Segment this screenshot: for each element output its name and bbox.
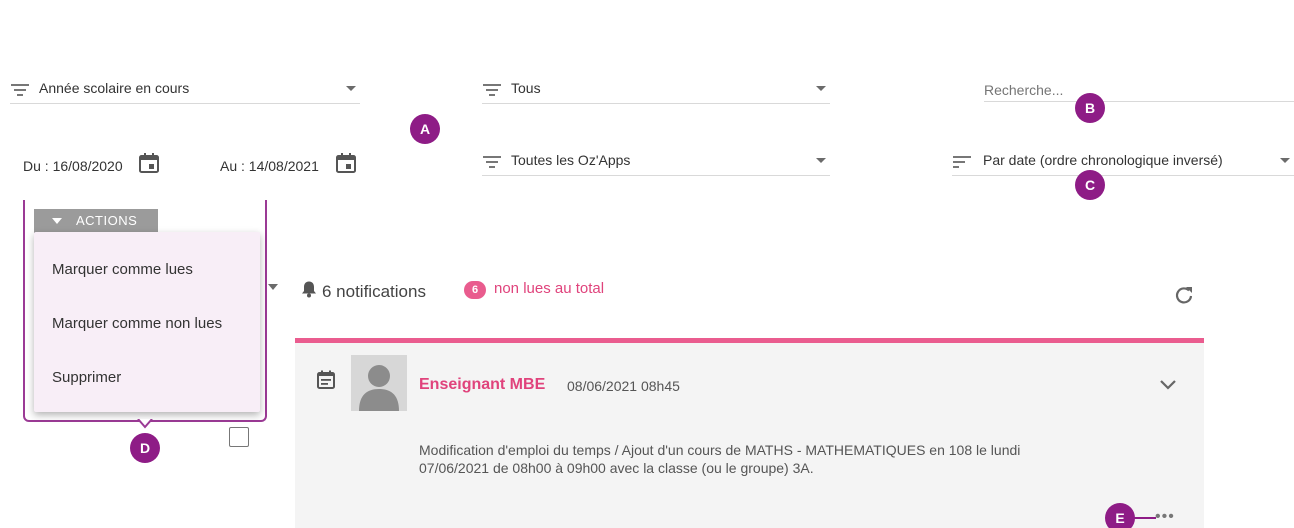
annotation-marker-b: B xyxy=(1075,93,1105,123)
annotation-marker-d: D xyxy=(130,433,160,463)
actions-button[interactable]: ACTIONS xyxy=(34,209,158,233)
message-line: 07/06/2021 de 08h00 à 09h00 avec la clas… xyxy=(419,460,814,476)
actions-menu: Marquer comme lues Marquer comme non lue… xyxy=(34,232,260,412)
search-input[interactable] xyxy=(984,78,1294,102)
sort-icon xyxy=(953,156,971,168)
sort-select[interactable]: Par date (ordre chronologique inversé) xyxy=(952,150,1294,176)
chevron-down-icon xyxy=(346,86,356,91)
date-from: Du : 16/08/2020 xyxy=(23,158,123,174)
menu-item-delete[interactable]: Supprimer xyxy=(52,368,121,388)
school-year-select[interactable]: Année scolaire en cours xyxy=(10,78,360,104)
calendar-icon[interactable] xyxy=(336,153,356,173)
sort-value: Par date (ordre chronologique inversé) xyxy=(983,152,1223,168)
annotation-connector xyxy=(1134,517,1156,519)
notification-message: Modification d'emploi du temps / Ajout d… xyxy=(419,441,1159,477)
chevron-down-icon xyxy=(1280,158,1290,163)
menu-item-mark-unread[interactable]: Marquer comme non lues xyxy=(52,314,222,334)
bell-icon xyxy=(302,281,316,298)
unread-badge: 6 xyxy=(464,281,486,299)
menu-item-mark-read[interactable]: Marquer comme lues xyxy=(52,260,193,280)
chevron-down-icon xyxy=(816,86,826,91)
more-icon[interactable]: ••• xyxy=(1155,509,1175,525)
caret-down-icon xyxy=(52,218,62,224)
avatar-icon xyxy=(359,365,399,411)
type-select[interactable]: Tous xyxy=(482,78,830,104)
chevron-down-icon[interactable] xyxy=(268,284,278,290)
chevron-down-icon[interactable] xyxy=(1158,378,1178,392)
calendar-icon[interactable] xyxy=(139,153,159,173)
avatar xyxy=(351,355,407,411)
filter-icon xyxy=(483,84,501,96)
type-value: Tous xyxy=(511,80,541,96)
actions-button-label: ACTIONS xyxy=(76,213,138,228)
apps-select[interactable]: Toutes les Oz'Apps xyxy=(482,150,830,176)
school-year-value: Année scolaire en cours xyxy=(39,80,190,96)
select-all-checkbox[interactable] xyxy=(229,427,249,447)
panel-pointer xyxy=(137,419,153,429)
annotation-marker-a: A xyxy=(410,114,440,144)
chevron-down-icon xyxy=(816,158,826,163)
apps-value: Toutes les Oz'Apps xyxy=(511,152,631,168)
annotation-marker-c: C xyxy=(1075,170,1105,200)
message-line: Modification d'emploi du temps / Ajout d… xyxy=(419,442,1021,458)
notification-timestamp: 08/06/2021 08h45 xyxy=(567,378,680,394)
filter-icon xyxy=(11,84,29,96)
annotation-marker-e: E xyxy=(1105,503,1135,528)
author-name[interactable]: Enseignant MBE xyxy=(419,374,545,396)
refresh-icon[interactable] xyxy=(1174,285,1194,305)
notification-card[interactable] xyxy=(295,338,1204,528)
filter-icon xyxy=(483,156,501,168)
notification-count: 6 notifications xyxy=(322,282,426,301)
calendar-event-icon xyxy=(317,370,335,389)
date-to: Au : 14/08/2021 xyxy=(220,158,319,174)
unread-label: non lues au total xyxy=(494,280,605,297)
